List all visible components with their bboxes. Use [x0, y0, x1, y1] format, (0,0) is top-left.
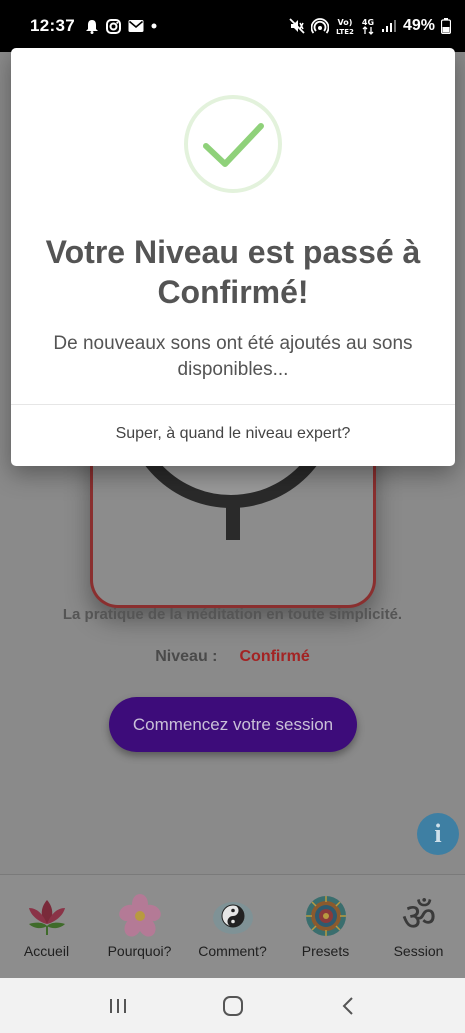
home-icon	[222, 995, 243, 1016]
nav-label: Presets	[301, 943, 350, 959]
nav-pourquoi[interactable]: Pourquoi?	[94, 893, 186, 959]
bottom-nav: Accueil Pourquoi? Comment? Presets ॐ Ses…	[0, 874, 465, 978]
svg-text:ॐ: ॐ	[401, 895, 436, 938]
level-value: Confirmé	[239, 648, 310, 665]
level-up-dialog: Votre Niveau est passé à Confirmé! De no…	[11, 48, 455, 466]
svg-text:LTE2: LTE2	[336, 28, 354, 35]
battery-icon	[441, 18, 451, 34]
signal-icon	[381, 20, 396, 32]
recent-apps-icon	[109, 998, 126, 1013]
back-button[interactable]	[328, 986, 368, 1026]
recent-apps-button[interactable]	[98, 986, 138, 1026]
mandala-icon	[303, 893, 349, 939]
volte-icon: Vo)LTE2	[336, 18, 354, 35]
back-icon	[342, 996, 353, 1015]
start-session-button[interactable]: Commencez votre session	[109, 697, 357, 752]
mute-icon	[289, 18, 305, 34]
yin-yang-icon	[210, 893, 256, 939]
battery-percent: 49%	[402, 17, 435, 34]
status-time: 12:37	[30, 16, 75, 35]
nav-label: Session	[393, 943, 444, 959]
mail-icon	[128, 20, 144, 32]
4g-icon: 4G	[362, 18, 374, 35]
system-nav-bar	[0, 978, 465, 1033]
instagram-icon	[105, 18, 121, 34]
status-bar: 12:37 Vo) LTE2 4G 49%	[0, 0, 465, 52]
nav-label: Comment?	[198, 943, 267, 959]
level-label: Niveau :	[155, 648, 218, 665]
nav-session[interactable]: ॐ Session	[373, 893, 465, 959]
nav-comment[interactable]: Comment?	[187, 893, 279, 959]
flower-icon	[117, 893, 163, 939]
home-button[interactable]	[213, 986, 253, 1026]
dialog-confirm-button[interactable]: Super, à quand le niveau expert?	[11, 405, 455, 463]
tagline: La pratique de la méditation en toute si…	[62, 606, 403, 623]
logo-stand	[226, 500, 240, 540]
hotspot-icon	[310, 18, 329, 34]
dot-icon	[151, 23, 157, 29]
nav-presets[interactable]: Presets	[280, 893, 372, 959]
om-icon: ॐ	[396, 893, 442, 939]
nav-accueil[interactable]: Accueil	[1, 893, 93, 959]
svg-text:4G: 4G	[362, 18, 374, 27]
nav-label: Pourquoi?	[107, 943, 172, 959]
level-row: Niveau : Confirmé	[0, 648, 465, 666]
lotus-icon	[24, 893, 70, 939]
nav-label: Accueil	[23, 943, 70, 959]
success-check-icon	[183, 94, 283, 194]
svg-text:Vo): Vo)	[338, 18, 353, 27]
notification-bell-icon	[85, 19, 98, 34]
dialog-title: Votre Niveau est passé à Confirmé!	[45, 234, 421, 310]
dialog-message: De nouveaux sons ont été ajoutés au sons…	[53, 333, 413, 380]
info-icon[interactable]: i	[417, 813, 459, 855]
